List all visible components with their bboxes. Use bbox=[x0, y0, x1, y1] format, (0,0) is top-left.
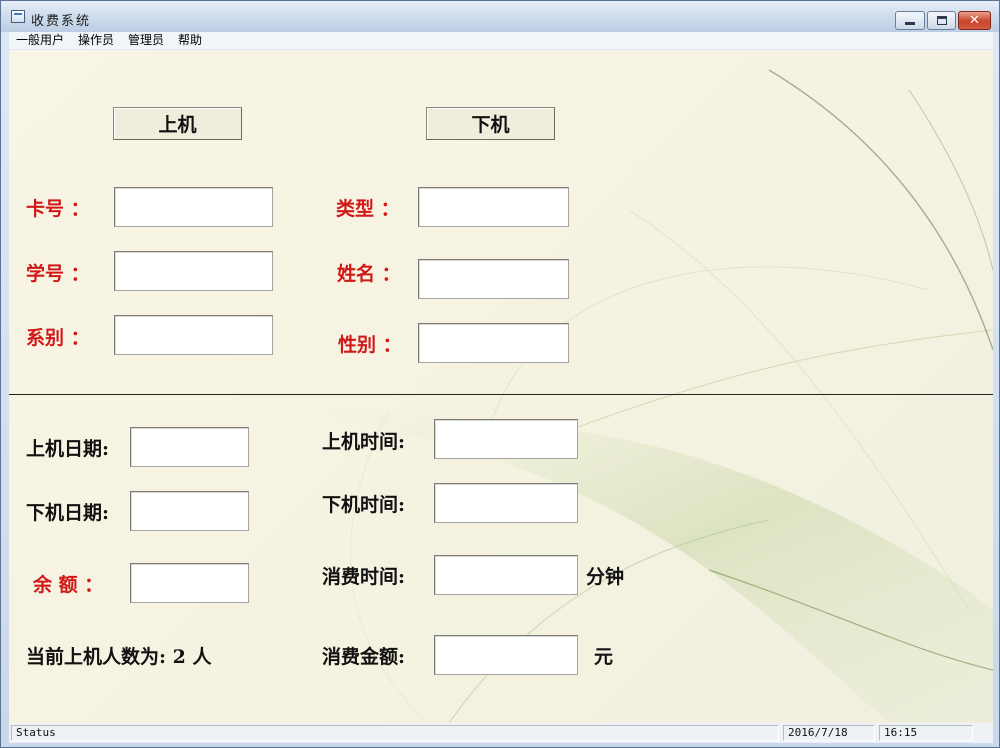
maximize-button[interactable] bbox=[927, 11, 956, 30]
login-date-field[interactable] bbox=[130, 427, 249, 467]
close-button[interactable]: ✕ bbox=[958, 11, 991, 30]
online-count-label: 当前上机人数为: 2 人 bbox=[26, 646, 212, 668]
consume-amount-label: 消费金额: bbox=[322, 646, 406, 668]
logout-time-label: 下机时间: bbox=[322, 494, 406, 516]
menu-admin[interactable]: 管理员 bbox=[121, 32, 171, 49]
login-time-label: 上机时间: bbox=[322, 431, 406, 453]
card-no-label: 卡号 ： bbox=[26, 198, 90, 220]
status-text: Status bbox=[11, 725, 779, 741]
consume-time-unit: 分钟 bbox=[586, 566, 625, 588]
menu-bar: 一般用户 操作员 管理员 帮助 bbox=[9, 32, 993, 49]
type-field[interactable] bbox=[418, 187, 569, 227]
background-decoration bbox=[269, 69, 993, 723]
consume-amount-field[interactable] bbox=[434, 635, 578, 675]
gender-field[interactable] bbox=[418, 323, 569, 363]
consume-time-label: 消费时间: bbox=[322, 566, 406, 588]
type-label: 类型 ： bbox=[336, 198, 400, 220]
logout-button[interactable]: 下机 bbox=[426, 107, 555, 140]
minimize-icon bbox=[905, 22, 915, 25]
name-field[interactable] bbox=[418, 259, 569, 299]
logout-date-label: 下机日期: bbox=[26, 502, 110, 524]
window-title: 收费系统 bbox=[31, 14, 92, 29]
main-window: 收费系统 ✕ 一般用户 操作员 管理员 帮助 上机 下机 卡号 ： 类型 ： 学… bbox=[0, 0, 1000, 748]
gender-label: 性别 ： bbox=[338, 334, 402, 356]
menu-help[interactable]: 帮助 bbox=[171, 32, 209, 49]
form-client-area: 上机 下机 卡号 ： 类型 ： 学号 ： 姓名 ： 系别 ： 性别 ： 上机日期… bbox=[9, 50, 993, 723]
balance-field[interactable] bbox=[130, 563, 249, 603]
student-no-field[interactable] bbox=[114, 251, 273, 291]
status-date: 2016/7/18 bbox=[783, 725, 875, 741]
balance-label: 余 额 ： bbox=[33, 574, 104, 596]
app-window-icon[interactable] bbox=[11, 10, 25, 23]
consume-amount-unit: 元 bbox=[594, 646, 614, 668]
maximize-icon bbox=[936, 16, 947, 25]
department-field[interactable] bbox=[114, 315, 273, 355]
status-bar: Status 2016/7/18 16:15 bbox=[9, 723, 993, 743]
menu-general-user[interactable]: 一般用户 bbox=[9, 32, 71, 49]
consume-time-field[interactable] bbox=[434, 555, 578, 595]
minimize-button[interactable] bbox=[895, 11, 925, 30]
login-time-field[interactable] bbox=[434, 419, 578, 459]
department-label: 系别 ： bbox=[26, 327, 90, 349]
student-no-label: 学号 ： bbox=[26, 263, 90, 285]
name-label: 姓名 ： bbox=[337, 263, 401, 285]
logout-time-field[interactable] bbox=[434, 483, 578, 523]
card-no-field[interactable] bbox=[114, 187, 273, 227]
title-bar[interactable]: 收费系统 ✕ bbox=[1, 1, 999, 32]
close-icon: ✕ bbox=[969, 13, 980, 28]
status-time: 16:15 bbox=[879, 725, 973, 741]
section-divider bbox=[9, 394, 993, 395]
logout-date-field[interactable] bbox=[130, 491, 249, 531]
menu-operator[interactable]: 操作员 bbox=[71, 32, 121, 49]
login-button[interactable]: 上机 bbox=[113, 107, 242, 140]
login-date-label: 上机日期: bbox=[26, 438, 110, 460]
